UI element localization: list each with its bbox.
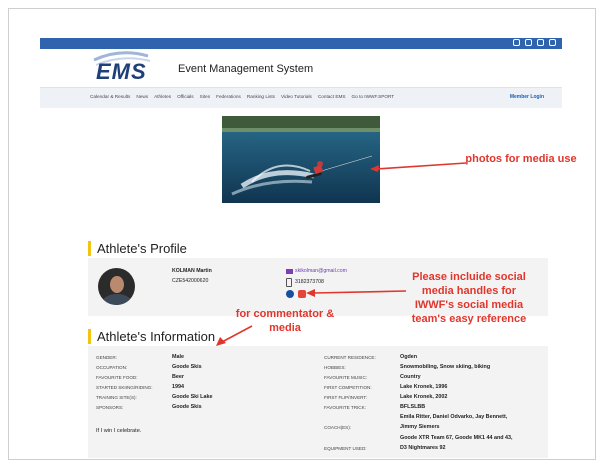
info-value: Lake Kronek, 1996 (400, 384, 448, 390)
nav-item-sites[interactable]: Sites (200, 94, 210, 99)
athlete-name: KOLMAN Martin (172, 268, 212, 274)
info-value: Goode Skis (172, 364, 202, 370)
annotation-arrow-photos (370, 162, 467, 172)
info-value: BFLSLBB (400, 404, 426, 410)
info-label: SPONSORS: (96, 405, 124, 410)
coaches-line-2: Jimmy Siemers (400, 424, 440, 430)
info-label: FIRST COMPETITION: (324, 385, 372, 390)
member-login-link[interactable]: Member Login (510, 94, 544, 100)
profile-section-title: Athlete's Profile (88, 241, 187, 256)
coaches-label: COACH(ES): (324, 425, 352, 430)
coaches-line-1: Emila Ritter, Daniel Odvarko, Jay Bennet… (400, 414, 508, 420)
email-icon (286, 269, 293, 274)
nav-items: Calendar & Results News Athletes Officia… (90, 94, 394, 99)
info-label: CURRENT RESIDENCE: (324, 355, 376, 360)
site-header: EMS Event Management System (40, 49, 562, 87)
info-value: Male (172, 354, 184, 360)
info-label: FAVOURITE TRICK: (324, 405, 366, 410)
nav-item-contact[interactable]: Contact EMS (318, 94, 346, 99)
nav-item-iwwf-sport[interactable]: Go to IWWF.SPORT (352, 94, 395, 99)
info-section-title: Athlete's Information (88, 329, 215, 344)
top-bar (40, 38, 562, 49)
info-value: Snowmobiling, Snow skiing, biking (400, 364, 491, 370)
nav-item-federations[interactable]: Federations (216, 94, 241, 99)
annotation-arrow-commentator (216, 325, 253, 346)
nav-item-news[interactable]: News (136, 94, 148, 99)
nav-item-athletes[interactable]: Athletes (154, 94, 171, 99)
info-label: GENDER: (96, 355, 117, 360)
info-value: Beer (172, 374, 184, 380)
info-label: FIRST FLIP/INVERT: (324, 395, 367, 400)
equipment-line-1: Goode XTR Team 67, Goode MK1 44 and 43, (400, 435, 513, 441)
annotation-arrow-social (306, 289, 407, 297)
annotation-photos: photos for media use (465, 153, 577, 165)
mail-icon[interactable] (549, 39, 556, 46)
info-value: Goode Skis (172, 404, 202, 410)
app-title: Event Management System (178, 63, 314, 75)
instagram-icon[interactable] (525, 39, 532, 46)
info-value: Lake Kronek, 2002 (400, 394, 448, 400)
athlete-avatar (98, 268, 135, 305)
equipment-label: EQUIPMENT USED: (324, 446, 367, 451)
youtube-icon[interactable] (537, 39, 544, 46)
facebook-profile-icon[interactable] (286, 290, 294, 298)
athlete-email[interactable]: skikolman@gmail.com (295, 268, 347, 274)
main-nav: Calendar & Results News Athletes Officia… (40, 87, 562, 108)
info-label: FAVOURITE FOOD: (96, 375, 138, 380)
phone-icon (286, 278, 292, 287)
info-value: 1994 (172, 384, 184, 390)
nav-item-officials[interactable]: Officials (177, 94, 194, 99)
annotation-social-handles: Please incluide social media handles for… (411, 271, 527, 325)
info-label: HOBBIES: (324, 365, 346, 370)
social-links (513, 39, 556, 46)
wakeboard-photo-illustration (222, 116, 380, 203)
info-label: OCCUPATION: (96, 365, 128, 370)
info-value: Ogden (400, 354, 418, 360)
athlete-action-photo (222, 116, 380, 203)
celebrate-text: If I win I celebrate. (96, 428, 142, 434)
nav-item-calendar[interactable]: Calendar & Results (90, 94, 130, 99)
ems-logo-text[interactable]: EMS (96, 59, 147, 85)
info-label: STARTED SKIING/RIDING: (96, 385, 153, 390)
equipment-line-2: D3 Nightmares 92 (400, 445, 446, 451)
info-label: FAVOURITE MUSIC: (324, 375, 368, 380)
info-value: Country (400, 374, 421, 380)
info-value: Goode Ski Lake (172, 394, 213, 400)
nav-item-ranking-lists[interactable]: Ranking Lists (247, 94, 275, 99)
info-label: TRAINING SITE(S): (96, 395, 137, 400)
athlete-phone: 3182373708 (295, 279, 324, 285)
facebook-icon[interactable] (513, 39, 520, 46)
info-card: GENDER: Male OCCUPATION: Goode Skis FAVO… (88, 346, 548, 458)
athlete-id: CZE542000620 (172, 278, 209, 284)
nav-item-video-tutorials[interactable]: Video Tutorials (281, 94, 312, 99)
